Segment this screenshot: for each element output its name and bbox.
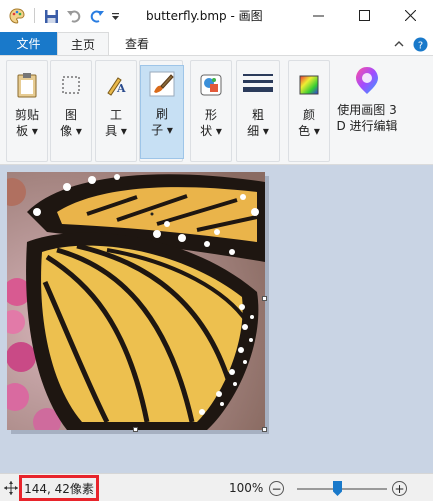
save-icon[interactable] (41, 6, 61, 26)
butterfly-image[interactable] (7, 172, 265, 430)
customize-toolbar-icon[interactable] (108, 6, 122, 26)
colors-label: 颜 色 ▾ (298, 108, 320, 138)
minimize-button[interactable] (295, 0, 341, 31)
zoom-in-button[interactable]: + (392, 481, 407, 496)
window-title: butterfly.bmp - 画图 (146, 9, 263, 23)
brushes-label: 刷 子 ▾ (151, 107, 173, 137)
image-button[interactable]: 图 像 ▾ (49, 67, 93, 157)
paint3d-icon (351, 64, 383, 96)
cursor-position: 144, 42像素 (19, 475, 99, 501)
paint-app-icon[interactable] (6, 6, 28, 26)
shapes-button[interactable]: 形 状 ▾ (189, 67, 233, 157)
zoom-out-button[interactable]: − (269, 481, 284, 496)
tools-icon: A (100, 69, 132, 101)
svg-text:?: ? (417, 40, 422, 51)
line-width-icon (242, 69, 274, 101)
zoom-slider-thumb[interactable] (333, 481, 342, 496)
paint3d-button[interactable]: 使用画图 3 D 进行编辑 (333, 62, 401, 152)
size-label: 粗 细 ▾ (247, 108, 269, 138)
close-button[interactable] (387, 0, 433, 31)
undo-icon[interactable] (64, 6, 84, 26)
tab-view[interactable]: 查看 (112, 32, 162, 55)
clipboard-button[interactable]: 剪贴 板 ▾ (5, 67, 49, 157)
size-group: 粗 细 ▾ (236, 60, 280, 162)
select-icon (55, 69, 87, 101)
ribbon-tabs: 文件 主页 查看 ? (0, 31, 433, 56)
paint3d-label: 使用画图 3 D 进行编辑 (336, 103, 398, 133)
tab-home[interactable]: 主页 (57, 32, 109, 56)
shapes-group: 形 状 ▾ (190, 60, 232, 162)
status-bar: 144, 42像素 100% − + (0, 473, 433, 501)
title-bar: butterfly.bmp - 画图 (0, 0, 433, 31)
canvas-workspace (0, 165, 433, 473)
brush-icon (146, 68, 178, 100)
resize-handle-bottom[interactable] (133, 427, 138, 432)
clipboard-label: 剪贴 板 ▾ (14, 108, 39, 138)
cursor-position-icon (4, 481, 18, 498)
shapes-icon (195, 69, 227, 101)
collapse-ribbon-icon[interactable] (391, 36, 407, 52)
size-button[interactable]: 粗 细 ▾ (236, 67, 280, 157)
svg-text:A: A (116, 82, 126, 95)
ribbon: 剪贴 板 ▾ 图 像 ▾ A 工 具 ▾ 刷 子 ▾ 形 状 ▾ 粗 细 ▾ 颜… (0, 55, 433, 165)
tools-group: A 工 具 ▾ (95, 60, 137, 162)
redo-icon[interactable] (87, 6, 107, 26)
separator (34, 8, 35, 23)
image-label: 图 像 ▾ (60, 108, 82, 138)
resize-handle-corner[interactable] (262, 427, 267, 432)
maximize-button[interactable] (341, 0, 387, 31)
colors-icon (293, 69, 325, 101)
tab-file[interactable]: 文件 (0, 32, 57, 55)
clipboard-group: 剪贴 板 ▾ (6, 60, 48, 162)
clipboard-icon (11, 69, 43, 101)
zoom-slider-track[interactable] (297, 488, 387, 490)
resize-handle-right[interactable] (262, 296, 267, 301)
zoom-level: 100% (229, 481, 264, 495)
tools-label: 工 具 ▾ (105, 108, 127, 138)
shapes-label: 形 状 ▾ (200, 108, 222, 138)
help-icon[interactable]: ? (412, 36, 428, 52)
image-group: 图 像 ▾ (50, 60, 92, 162)
colors-group: 颜 色 ▾ (288, 60, 330, 162)
brushes-group: 刷 子 ▾ (139, 60, 184, 162)
tools-button[interactable]: A 工 具 ▾ (94, 67, 138, 157)
colors-button[interactable]: 颜 色 ▾ (287, 67, 331, 157)
brushes-button[interactable]: 刷 子 ▾ (140, 65, 184, 159)
